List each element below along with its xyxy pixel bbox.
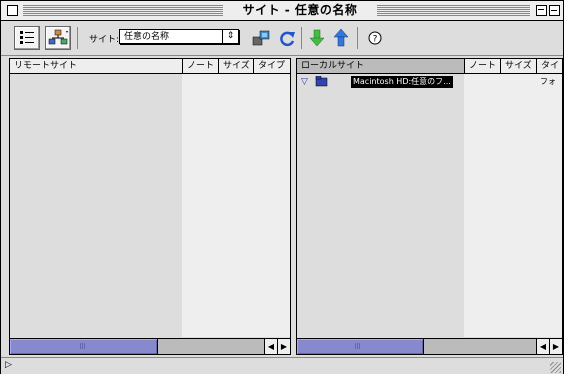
site-map-icon — [48, 29, 68, 45]
file-name[interactable]: Macintosh HD:任意のフ... — [351, 76, 453, 88]
site-select[interactable]: 任意の名称 ⇕ — [119, 29, 239, 44]
help-glyph: ? — [373, 35, 378, 45]
resize-grip-icon[interactable] — [550, 362, 561, 373]
title-bar-stripes — [23, 5, 223, 16]
connect-button[interactable] — [249, 27, 273, 49]
column-header-type[interactable]: タイプ — [253, 59, 290, 74]
close-box[interactable] — [7, 5, 18, 16]
file-type: フォ — [540, 77, 556, 86]
list-view-icon — [20, 31, 34, 44]
remote-file-list[interactable] — [10, 74, 182, 337]
toolbar-separator — [357, 27, 358, 49]
local-horizontal-scrollbar[interactable]: ◀ ▶ — [297, 338, 562, 354]
column-header-remote-site[interactable]: リモートサイト — [10, 59, 182, 74]
put-button[interactable] — [329, 27, 353, 49]
list-item[interactable]: ▽ Macintosh HD:任意のフ... フォ — [297, 75, 562, 90]
download-arrow-icon — [309, 29, 325, 47]
help-button[interactable]: ? — [363, 27, 387, 49]
folder-icon — [315, 76, 328, 87]
select-arrows-icon: ⇕ — [222, 30, 238, 43]
remote-site-panel: リモートサイト ノート サイズ タイプ ◀ ▶ — [9, 58, 291, 355]
column-header-type[interactable]: タイ — [536, 59, 562, 74]
get-button[interactable] — [305, 27, 329, 49]
column-header-size[interactable]: サイズ — [218, 59, 253, 74]
scroll-left-arrow[interactable]: ◀ — [264, 339, 277, 354]
status-bar: ▷ — [1, 357, 563, 374]
local-detail-columns — [464, 74, 562, 337]
site-window: サイト - 任意の名称 サイト: 任意の名称 ⇕ ? リモートサイト ノート サ… — [0, 0, 564, 374]
site-select-value: 任意の名称 — [124, 32, 170, 42]
column-header-size[interactable]: サイズ — [500, 59, 536, 74]
zoom-box[interactable] — [536, 5, 547, 16]
toolbar-separator — [77, 27, 78, 49]
help-icon: ? — [368, 31, 382, 45]
scroll-right-arrow[interactable]: ▶ — [549, 339, 562, 354]
refresh-button[interactable] — [275, 27, 299, 49]
column-header-notes[interactable]: ノート — [182, 59, 218, 74]
remote-detail-columns — [182, 74, 290, 337]
column-header-local-site[interactable]: ローカルサイト — [297, 59, 464, 74]
window-title: サイト - 任意の名称 — [223, 2, 377, 19]
column-header-notes[interactable]: ノート — [464, 59, 500, 74]
upload-arrow-icon — [333, 28, 349, 47]
title-bar-stripes — [377, 5, 530, 16]
disclosure-triangle-icon[interactable]: ▽ — [301, 77, 308, 87]
scroll-grip — [80, 343, 85, 349]
collapse-box[interactable] — [549, 5, 560, 16]
scroll-left-arrow[interactable]: ◀ — [536, 339, 549, 354]
site-map-button[interactable] — [45, 26, 71, 50]
local-file-list[interactable] — [297, 74, 464, 337]
toolbar: サイト: 任意の名称 ⇕ ? — [1, 21, 563, 56]
scroll-thumb[interactable] — [297, 339, 424, 354]
remote-horizontal-scrollbar[interactable]: ◀ ▶ — [10, 338, 290, 354]
local-site-panel: ローカルサイト ノート サイズ タイ ▽ Macintosh HD:任意のフ..… — [296, 58, 563, 355]
refresh-icon — [280, 31, 295, 47]
title-bar[interactable]: サイト - 任意の名称 — [1, 1, 563, 21]
scroll-right-arrow[interactable]: ▶ — [277, 339, 290, 354]
connect-icon — [252, 30, 270, 46]
scroll-thumb[interactable] — [10, 339, 158, 354]
view-list-button[interactable] — [14, 26, 40, 50]
scroll-grip — [355, 343, 360, 349]
status-disclosure-icon[interactable]: ▷ — [5, 360, 12, 370]
toolbar-separator — [301, 27, 302, 49]
site-label: サイト: — [89, 35, 120, 45]
